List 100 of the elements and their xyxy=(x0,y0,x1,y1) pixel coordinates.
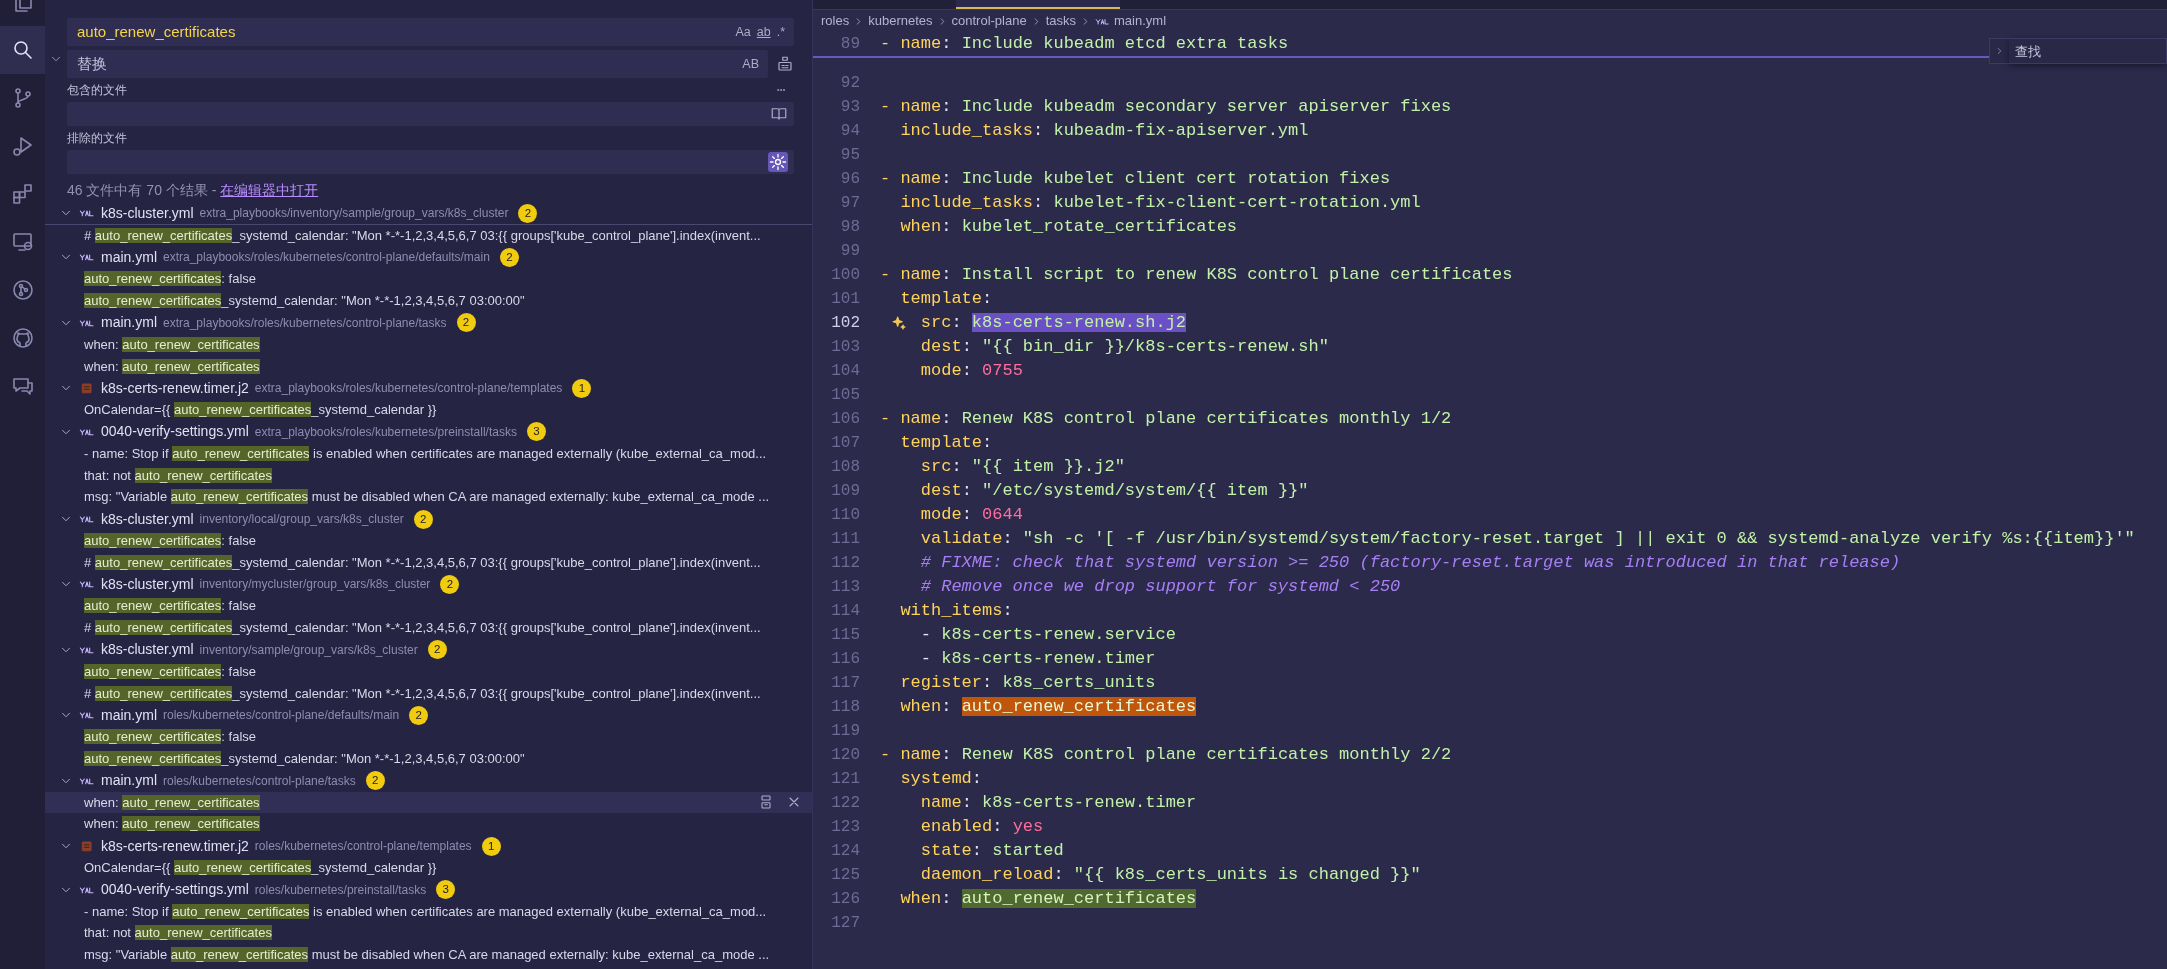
line-number: 109 xyxy=(830,481,860,502)
line-number: 107 xyxy=(830,433,860,454)
cat-circle-icon[interactable] xyxy=(10,326,35,350)
search-result[interactable]: OnCalendar={{ auto_renew_certificates_systemd_calendar }} xyxy=(45,856,812,879)
replace-all-icon[interactable] xyxy=(776,55,794,73)
code-line: validate: "sh -c '[ -f /usr/bin/systemd/system/factory-reset.target ] || exit 0 && systemd-analyze verify %s:{{item}}'" xyxy=(919,528,2135,550)
line-number: 99 xyxy=(839,241,860,262)
line-number: 103 xyxy=(830,337,860,358)
extensions-icon[interactable] xyxy=(10,182,35,206)
file-name: k8s-cluster.yml xyxy=(101,640,194,660)
search-result[interactable]: msg: "Variable auto_renew_certificates must be disabled when CA are managed externally: kube_external_ca_mode ... xyxy=(45,486,812,509)
regex-toggle[interactable]: .* xyxy=(773,22,788,42)
match-case-toggle[interactable]: Aa xyxy=(732,22,754,42)
file-name: k8s-cluster.yml xyxy=(101,574,194,594)
code-line: when: kubelet_rotate_certificates xyxy=(899,216,1238,238)
search-result[interactable]: auto_renew_certificates_systemd_calendar: "Mon *-*-1,2,3,4,5,6,7 03:00:00" xyxy=(45,747,812,770)
file-path: extra_playbooks/inventory/sample/group_vars/k8s_cluster xyxy=(199,205,509,223)
file-group-header[interactable]: k8s-certs-renew.timer.j2 extra_playbooks/roles/kubernetes/control-plane/templates 1 xyxy=(45,377,812,400)
search-result[interactable]: - name: Stop if auto_renew_certificates is enabled when certificates are managed externally (kube_external_ca_mod... xyxy=(45,442,812,465)
settings-icon[interactable] xyxy=(768,152,788,172)
code-line: name: k8s-certs-renew.timer xyxy=(919,792,1197,814)
search-result[interactable]: # auto_renew_certificates_systemd_calendar: "Mon *-*-1,2,3,4,5,6,7 03:{{ groups['kube_control_plane'].index(invent... xyxy=(45,617,812,639)
file-name: 0040-verify-settings.yml xyxy=(101,880,249,900)
breadcrumb-item[interactable]: roles xyxy=(821,11,850,31)
search-result[interactable]: when: auto_renew_certificates xyxy=(45,791,812,814)
code-line: - name: Install script to renew K8S control plane certificates xyxy=(880,264,1513,286)
search-result[interactable]: msg: "Variable auto_renew_certificates must be disabled when CA are managed externally: kube_external_ca_mode ... xyxy=(45,944,812,966)
match-count-badge: 2 xyxy=(499,248,519,267)
file-path: extra_playbooks/roles/kubernetes/control-plane/defaults/main xyxy=(163,249,490,267)
search-result[interactable]: when: auto_renew_certificates xyxy=(45,355,812,378)
include-field[interactable] xyxy=(67,102,794,126)
search-result[interactable]: auto_renew_certificates_systemd_calendar: "Mon *-*-1,2,3,4,5,6,7 03:00:00" xyxy=(45,290,812,312)
code-line: register: k8s_certs_units xyxy=(899,672,1156,694)
file-path: roles/kubernetes/control-plane/tasks xyxy=(163,772,356,790)
file-group-header[interactable]: main.yml extra_playbooks/roles/kubernetes/control-plane/tasks 2 xyxy=(45,312,812,334)
code-line: when: auto_renew_certificates xyxy=(899,888,1197,910)
search-result[interactable]: # auto_renew_certificates_systemd_calendar: "Mon *-*-1,2,3,4,5,6,7 03:{{ groups['kube_control_plane'].index(invent... xyxy=(45,224,812,247)
search-result[interactable]: # auto_renew_certificates_systemd_calendar: "Mon *-*-1,2,3,4,5,6,7 03:{{ groups['kube_control_plane'].index(invent... xyxy=(45,682,812,705)
line-number: 97 xyxy=(839,193,860,214)
breadcrumb-item[interactable]: main.yml xyxy=(1114,11,1167,31)
exclude-field[interactable] xyxy=(67,150,794,174)
file-name: main.yml xyxy=(101,705,157,725)
preserve-case-toggle[interactable]: AB xyxy=(739,54,762,74)
search-result[interactable]: when: auto_renew_certificates xyxy=(45,813,812,836)
code-line: src: "{{ item }}.j2" xyxy=(919,456,1125,478)
file-path: roles/kubernetes/control-plane/templates xyxy=(254,838,472,855)
file-path: inventory/local/group_vars/k8s_cluster xyxy=(199,511,404,529)
file-group-header[interactable]: k8s-certs-renew.timer.j2 roles/kubernetes/control-plane/templates 1 xyxy=(45,835,812,857)
replace-field[interactable]: 替换 AB xyxy=(67,50,768,78)
file-name: 0040-verify-settings.yml xyxy=(101,422,249,442)
search-result[interactable]: auto_renew_certificates: false xyxy=(45,595,812,618)
file-path: roles/kubernetes/control-plane/defaults/main xyxy=(163,707,400,725)
breadcrumb-item[interactable]: kubernetes xyxy=(868,11,933,31)
file-group-header[interactable]: main.yml roles/kubernetes/control-plane/tasks 2 xyxy=(45,769,812,792)
match-count-badge: 1 xyxy=(572,378,592,398)
file-group-header[interactable]: k8s-cluster.yml extra_playbooks/inventory/sample/group_vars/k8s_cluster 2 xyxy=(45,203,812,225)
breadcrumb-item[interactable]: control-plane xyxy=(951,11,1027,31)
file-group-header[interactable]: main.yml roles/kubernetes/control-plane/defaults/main 2 xyxy=(45,704,812,727)
search-result[interactable]: that: not auto_renew_certificates xyxy=(45,922,812,945)
search-result[interactable]: auto_renew_certificates: false xyxy=(45,268,812,291)
line-number: 115 xyxy=(830,625,860,646)
file-group-header[interactable]: 0040-verify-settings.yml roles/kubernetes/preinstall/tasks 3 xyxy=(45,878,812,901)
breadcrumb-item[interactable]: tasks xyxy=(1045,11,1076,31)
sparkle-icon[interactable] xyxy=(891,315,907,331)
code-line: - name: Renew K8S control plane certificates monthly 2/2 xyxy=(880,744,1452,766)
search-field[interactable]: auto_renew_certificates Aa ab .* xyxy=(67,18,794,46)
remote-explorer-icon[interactable] xyxy=(10,230,35,254)
search-result[interactable]: - name: Stop if auto_renew_certificates is enabled when certificates are managed externally (kube_external_ca_mod... xyxy=(45,900,812,923)
search-result[interactable]: # auto_renew_certificates_systemd_calendar: "Mon *-*-1,2,3,4,5,6,7 03:{{ groups['kube_control_plane'].index(invent... xyxy=(45,551,812,574)
replace-icon[interactable] xyxy=(758,794,774,811)
open-in-editor-link[interactable]: 在编辑器中打开 xyxy=(220,182,319,198)
code-line: when: auto_renew_certificates xyxy=(899,696,1197,718)
file-name: k8s-certs-renew.timer.j2 xyxy=(101,836,249,856)
line-number: 119 xyxy=(830,721,860,742)
file-group-header[interactable]: k8s-cluster.yml inventory/sample/group_vars/k8s_cluster 2 xyxy=(45,638,812,661)
file-group-header[interactable]: k8s-cluster.yml inventory/mycluster/group_vars/k8s_cluster 2 xyxy=(45,573,812,596)
line-number: 127 xyxy=(830,913,860,934)
line-number: 122 xyxy=(830,793,860,814)
search-result[interactable]: auto_renew_certificates: false xyxy=(45,660,812,683)
branch-circle-icon[interactable] xyxy=(10,278,35,302)
match-count-badge: 3 xyxy=(436,880,456,900)
match-count-badge: 2 xyxy=(440,574,460,594)
search-result[interactable]: when: auto_renew_certificates xyxy=(45,333,812,356)
search-result[interactable]: that: not auto_renew_certificates xyxy=(45,464,812,487)
search-result[interactable]: auto_renew_certificates: false xyxy=(45,726,812,748)
line-number: 98 xyxy=(839,217,860,238)
file-group-header[interactable]: main.yml extra_playbooks/roles/kubernetes/control-plane/defaults/main 2 xyxy=(45,246,812,269)
search-result[interactable]: auto_renew_certificates: false xyxy=(45,529,812,552)
run-debug-icon[interactable] xyxy=(10,134,35,158)
whole-word-toggle[interactable]: ab xyxy=(753,22,774,42)
book-icon[interactable] xyxy=(770,105,788,123)
line-number: 121 xyxy=(830,769,860,790)
file-path: extra_playbooks/roles/kubernetes/preinstall/tasks xyxy=(254,423,517,441)
file-group-header[interactable]: k8s-cluster.yml inventory/local/group_vars/k8s_cluster 2 xyxy=(45,508,812,530)
search-result[interactable]: OnCalendar={{ auto_renew_certificates_systemd_calendar }} xyxy=(45,399,812,421)
line-number: 111 xyxy=(830,529,860,550)
line-number: 113 xyxy=(830,577,860,598)
file-group-header[interactable]: 0040-verify-settings.yml extra_playbooks/roles/kubernetes/preinstall/tasks 3 xyxy=(45,420,812,443)
match-count-badge: 1 xyxy=(481,836,501,856)
file-path: inventory/sample/group_vars/k8s_cluster xyxy=(199,641,418,659)
